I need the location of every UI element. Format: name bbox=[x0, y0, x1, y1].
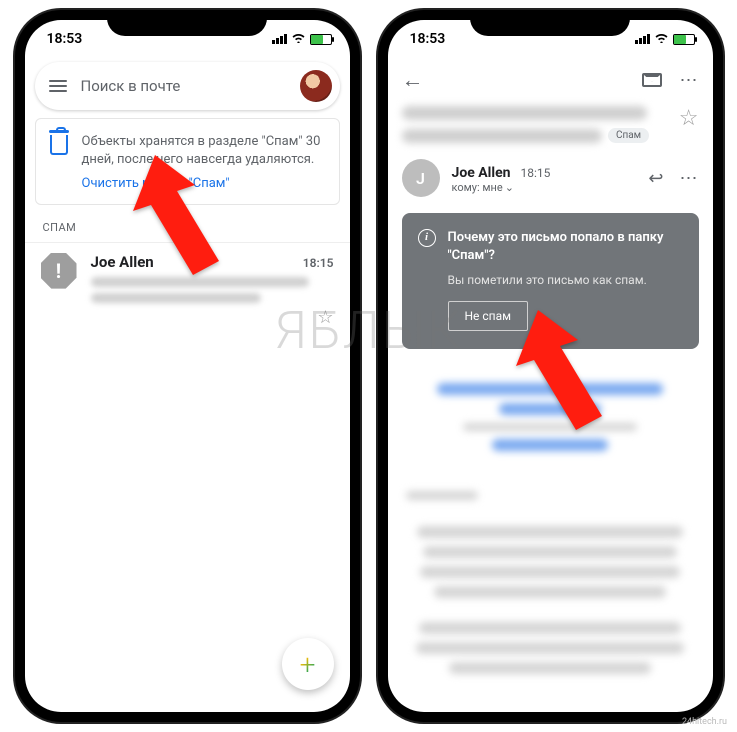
notch bbox=[470, 10, 630, 36]
section-label: СПАМ bbox=[25, 213, 350, 242]
sender-time: 18:15 bbox=[520, 166, 550, 180]
subject-row: Спам ☆ bbox=[388, 102, 713, 153]
trash-icon bbox=[50, 135, 68, 155]
more-icon[interactable]: ⋯ bbox=[680, 70, 699, 91]
phone-frame-left: 18:53 Поиск в почте Объекты хранятся в р… bbox=[15, 10, 360, 722]
sender-avatar: J bbox=[402, 159, 440, 197]
mail-preview-blur bbox=[91, 293, 261, 303]
spam-box-reason: Вы пометили это письмо как спам. bbox=[448, 273, 683, 287]
notch bbox=[107, 10, 267, 36]
spam-info-text: Объекты хранятся в разделе "Спам" 30 дне… bbox=[82, 134, 321, 167]
screen-left: 18:53 Поиск в почте Объекты хранятся в р… bbox=[25, 20, 350, 712]
archive-icon[interactable] bbox=[642, 73, 662, 87]
mail-sender: Joe Allen bbox=[91, 253, 154, 271]
spam-chip: Спам bbox=[608, 128, 649, 143]
menu-icon[interactable] bbox=[49, 80, 67, 92]
top-bar: ← ⋯ bbox=[388, 58, 713, 102]
wifi-icon bbox=[654, 32, 669, 46]
compose-fab[interactable]: + bbox=[282, 638, 334, 690]
star-icon[interactable]: ☆ bbox=[679, 106, 699, 131]
chevron-down-icon: ⌄ bbox=[505, 181, 514, 194]
recipient-label[interactable]: кому: мне ⌄ bbox=[452, 181, 637, 194]
source-footer: 24hitech.ru bbox=[682, 717, 727, 727]
sender-name: Joe Allen bbox=[452, 165, 511, 181]
subject-blur-1 bbox=[402, 106, 648, 120]
spam-box-title: Почему это письмо попало в папку "Спам"? bbox=[448, 229, 683, 265]
status-time: 18:53 bbox=[410, 31, 446, 47]
not-spam-button[interactable]: Не спам bbox=[448, 301, 529, 331]
info-text-wrap: Объекты хранятся в разделе "Спам" 30 дне… bbox=[82, 133, 325, 194]
more-icon[interactable]: ⋯ bbox=[680, 168, 699, 189]
signal-icon bbox=[635, 34, 650, 44]
avatar[interactable] bbox=[300, 70, 332, 102]
status-time: 18:53 bbox=[47, 31, 83, 47]
battery-icon bbox=[310, 34, 332, 45]
back-button[interactable]: ← bbox=[402, 67, 424, 93]
status-indicators bbox=[272, 32, 332, 46]
search-input[interactable]: Поиск в почте bbox=[81, 77, 286, 95]
info-icon: i bbox=[418, 229, 436, 247]
spam-badge-icon: ! bbox=[41, 253, 77, 289]
battery-icon bbox=[673, 34, 695, 45]
plus-icon: + bbox=[300, 648, 316, 681]
empty-spam-link[interactable]: Очистить раздел "Спам" bbox=[82, 175, 325, 193]
spam-explanation-box: i Почему это письмо попало в папку "Спам… bbox=[402, 213, 699, 349]
phone-frame-right: 18:53 ← ⋯ bbox=[378, 10, 723, 722]
star-icon[interactable]: ☆ bbox=[91, 307, 334, 328]
screen-right: 18:53 ← ⋯ bbox=[388, 20, 713, 712]
mail-time: 18:15 bbox=[303, 256, 334, 270]
signal-icon bbox=[272, 34, 287, 44]
mail-item[interactable]: ! Joe Allen 18:15 ☆ bbox=[25, 243, 350, 338]
search-bar[interactable]: Поиск в почте bbox=[35, 62, 340, 110]
sender-row[interactable]: J Joe Allen 18:15 кому: мне ⌄ ⋯ bbox=[388, 153, 713, 209]
subject-blur-2 bbox=[402, 129, 602, 143]
status-indicators bbox=[635, 32, 695, 46]
reply-icon[interactable] bbox=[648, 168, 663, 189]
wifi-icon bbox=[291, 32, 306, 46]
mail-subject-blur bbox=[91, 277, 310, 287]
spam-info-box: Объекты хранятся в разделе "Спам" 30 дне… bbox=[35, 118, 340, 205]
email-body-blur bbox=[388, 361, 713, 696]
